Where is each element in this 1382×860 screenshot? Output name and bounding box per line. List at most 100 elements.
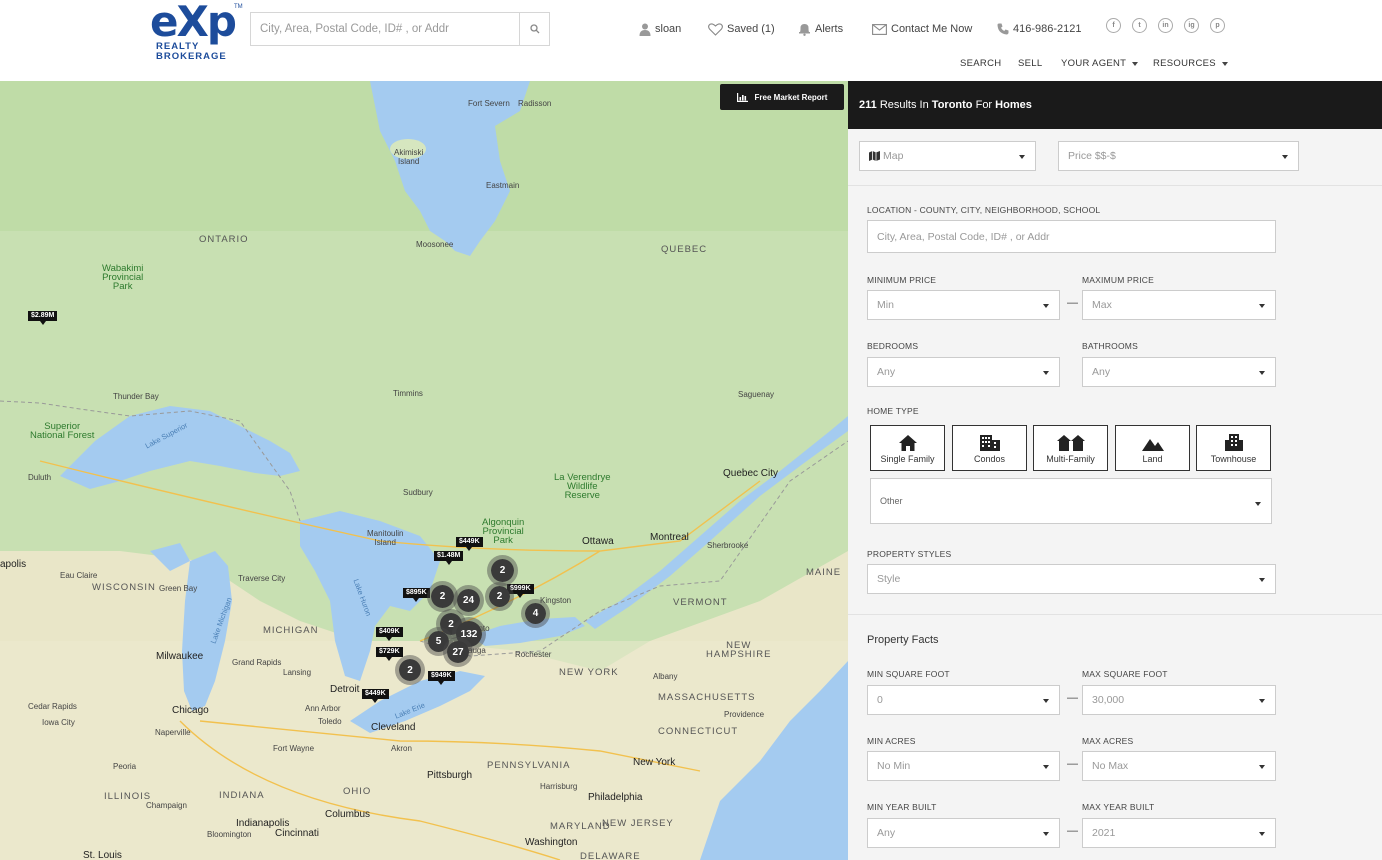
map-label-st-louis: St. Louis bbox=[83, 850, 122, 860]
user-icon bbox=[639, 23, 651, 36]
listing-pin[interactable]: $729K bbox=[376, 647, 403, 661]
home-type-single-family[interactable]: Single Family bbox=[870, 425, 945, 471]
map-label-ontario: ONTARIO bbox=[199, 234, 249, 245]
free-market-report-button[interactable]: Free Market Report bbox=[720, 84, 844, 110]
min-price-select[interactable]: Min bbox=[867, 290, 1060, 320]
nav-search-label: SEARCH bbox=[960, 58, 1002, 69]
alerts-link[interactable]: Alerts bbox=[798, 21, 843, 37]
results-city: Toronto bbox=[931, 99, 973, 111]
results-text-1: Results In bbox=[879, 99, 929, 111]
pinterest-icon[interactable]: p bbox=[1210, 18, 1225, 33]
max-price-select[interactable]: Max bbox=[1082, 290, 1276, 320]
results-count: 211 bbox=[859, 99, 877, 111]
chevron-down-icon bbox=[1043, 304, 1049, 308]
exp-logo[interactable]: eXp TM REALTY BROKERAGE bbox=[150, 0, 243, 62]
map-label-fort-severn: Fort Severn bbox=[468, 99, 510, 108]
other-home-type-select[interactable]: Other bbox=[870, 478, 1272, 524]
max-acres-select[interactable]: No Max bbox=[1082, 751, 1276, 781]
listing-pin[interactable]: $449K bbox=[456, 537, 483, 551]
listing-cluster[interactable]: 4 bbox=[521, 599, 550, 628]
style-select[interactable]: Style bbox=[867, 564, 1276, 594]
home-type-label-land: Land bbox=[1142, 454, 1163, 464]
map-label-ohio: OHIO bbox=[343, 786, 372, 797]
map-label-cedar-rapids: Cedar Rapids bbox=[28, 702, 77, 711]
home-type-condos[interactable]: Condos bbox=[952, 425, 1027, 471]
chevron-down-icon bbox=[1259, 371, 1265, 375]
search-filter-panel: 211 Results In Toronto For Homes Map Pri… bbox=[848, 81, 1382, 860]
bell-icon bbox=[799, 24, 810, 36]
bathrooms-select[interactable]: Any bbox=[1082, 357, 1276, 387]
map-label-philadelphia: Philadelphia bbox=[588, 792, 643, 803]
min-acres-select[interactable]: No Min bbox=[867, 751, 1060, 781]
chevron-down-icon bbox=[1043, 765, 1049, 769]
max-sqft-select[interactable]: 30,000 bbox=[1082, 685, 1276, 715]
map-label-radisson: Radisson bbox=[518, 99, 552, 108]
nav-search[interactable]: SEARCH bbox=[960, 58, 1001, 69]
map-label-ann-arbor: Ann Arbor bbox=[305, 704, 341, 713]
home-type-multi-family[interactable]: Multi-Family bbox=[1033, 425, 1108, 471]
home-type-label-multi-family: Multi-Family bbox=[1046, 454, 1095, 464]
header-search-input[interactable] bbox=[251, 13, 521, 45]
view-select[interactable]: Map bbox=[859, 141, 1036, 171]
nav-sell[interactable]: SELL bbox=[1018, 58, 1042, 69]
map-label-cleveland: Cleveland bbox=[371, 722, 416, 733]
map-label-montreal: Montreal bbox=[650, 532, 689, 543]
price-quick-select[interactable]: Price $$-$ bbox=[1058, 141, 1299, 171]
map-label-minneapolis: apolis bbox=[0, 559, 27, 570]
listing-pin[interactable]: $895K bbox=[403, 588, 430, 602]
home-type-land[interactable]: Land bbox=[1115, 425, 1190, 471]
listing-pin[interactable]: $409K bbox=[376, 627, 403, 641]
listing-cluster[interactable]: 27 bbox=[443, 637, 473, 667]
search-map[interactable]: Free Market Report ONTARIO QUEBEC WISCON… bbox=[0, 81, 848, 860]
home-type-label: HOME TYPE bbox=[867, 406, 919, 416]
location-input[interactable]: City, Area, Postal Code, ID# , or Addr bbox=[867, 220, 1276, 253]
saved-link[interactable]: Saved (1) bbox=[708, 21, 775, 37]
search-icon bbox=[529, 24, 539, 34]
chevron-down-icon bbox=[1043, 371, 1049, 375]
chevron-down-icon bbox=[1282, 155, 1288, 159]
chevron-down-icon bbox=[1043, 832, 1049, 836]
property-styles-label: PROPERTY STYLES bbox=[867, 549, 952, 559]
report-button-label: Free Market Report bbox=[754, 92, 828, 102]
facebook-icon[interactable]: f bbox=[1106, 18, 1121, 33]
chevron-down-icon bbox=[1255, 502, 1261, 506]
map-label-eastmain: Eastmain bbox=[486, 181, 520, 190]
map-label-sudbury: Sudbury bbox=[403, 488, 433, 497]
listing-pin[interactable]: $449K bbox=[362, 689, 389, 703]
bedrooms-select[interactable]: Any bbox=[867, 357, 1060, 387]
map-label-vermont: VERMONT bbox=[673, 597, 728, 608]
nav-your-agent[interactable]: YOUR AGENT bbox=[1061, 58, 1139, 69]
min-sqft-select[interactable]: 0 bbox=[867, 685, 1060, 715]
user-menu[interactable]: sloan bbox=[639, 21, 681, 37]
instagram-icon[interactable]: ig bbox=[1184, 18, 1199, 33]
map-label-pittsburgh: Pittsburgh bbox=[427, 770, 473, 781]
max-year-select[interactable]: 2021 bbox=[1082, 818, 1276, 848]
max-acres-value: No Max bbox=[1092, 760, 1129, 772]
max-sqft-value: 30,000 bbox=[1092, 694, 1125, 706]
linkedin-icon[interactable]: in bbox=[1158, 18, 1173, 33]
nav-resources[interactable]: RESOURCES bbox=[1153, 58, 1228, 69]
listing-pin[interactable]: $2.89M bbox=[28, 311, 58, 325]
map-label-algonquin: Algonquin Provincial Park bbox=[482, 517, 525, 546]
map-label-grand-rapids: Grand Rapids bbox=[232, 658, 282, 667]
home-type-townhouse[interactable]: Townhouse bbox=[1196, 425, 1271, 471]
max-acres-label: MAX ACRES bbox=[1082, 736, 1134, 746]
nav-agent-label: YOUR AGENT bbox=[1061, 58, 1127, 69]
contact-link[interactable]: Contact Me Now bbox=[872, 21, 972, 37]
header-search-button[interactable] bbox=[519, 13, 549, 45]
twitter-icon[interactable]: t bbox=[1132, 18, 1147, 33]
phone-link[interactable]: 416-986-2121 bbox=[997, 21, 1082, 37]
map-label-new-jersey: NEW JERSEY bbox=[602, 818, 674, 829]
min-year-select[interactable]: Any bbox=[867, 818, 1060, 848]
map-label-maine: MAINE bbox=[806, 567, 842, 578]
map-label-iowa-city: Iowa City bbox=[42, 718, 75, 727]
map-label-illinois: ILLINOIS bbox=[104, 791, 152, 802]
listing-pin[interactable]: $1.48M bbox=[434, 551, 464, 565]
site-header: eXp TM REALTY BROKERAGE sloan Saved (1) … bbox=[0, 0, 1382, 81]
home-type-label-single-family: Single Family bbox=[880, 454, 935, 464]
view-select-value: Map bbox=[883, 150, 904, 162]
listing-pin[interactable]: $949K bbox=[428, 671, 455, 685]
listing-cluster[interactable]: 2 bbox=[485, 582, 514, 611]
map-label-manitoulin: Manitoulin Island bbox=[367, 529, 404, 547]
listing-cluster[interactable]: 2 bbox=[395, 655, 425, 685]
